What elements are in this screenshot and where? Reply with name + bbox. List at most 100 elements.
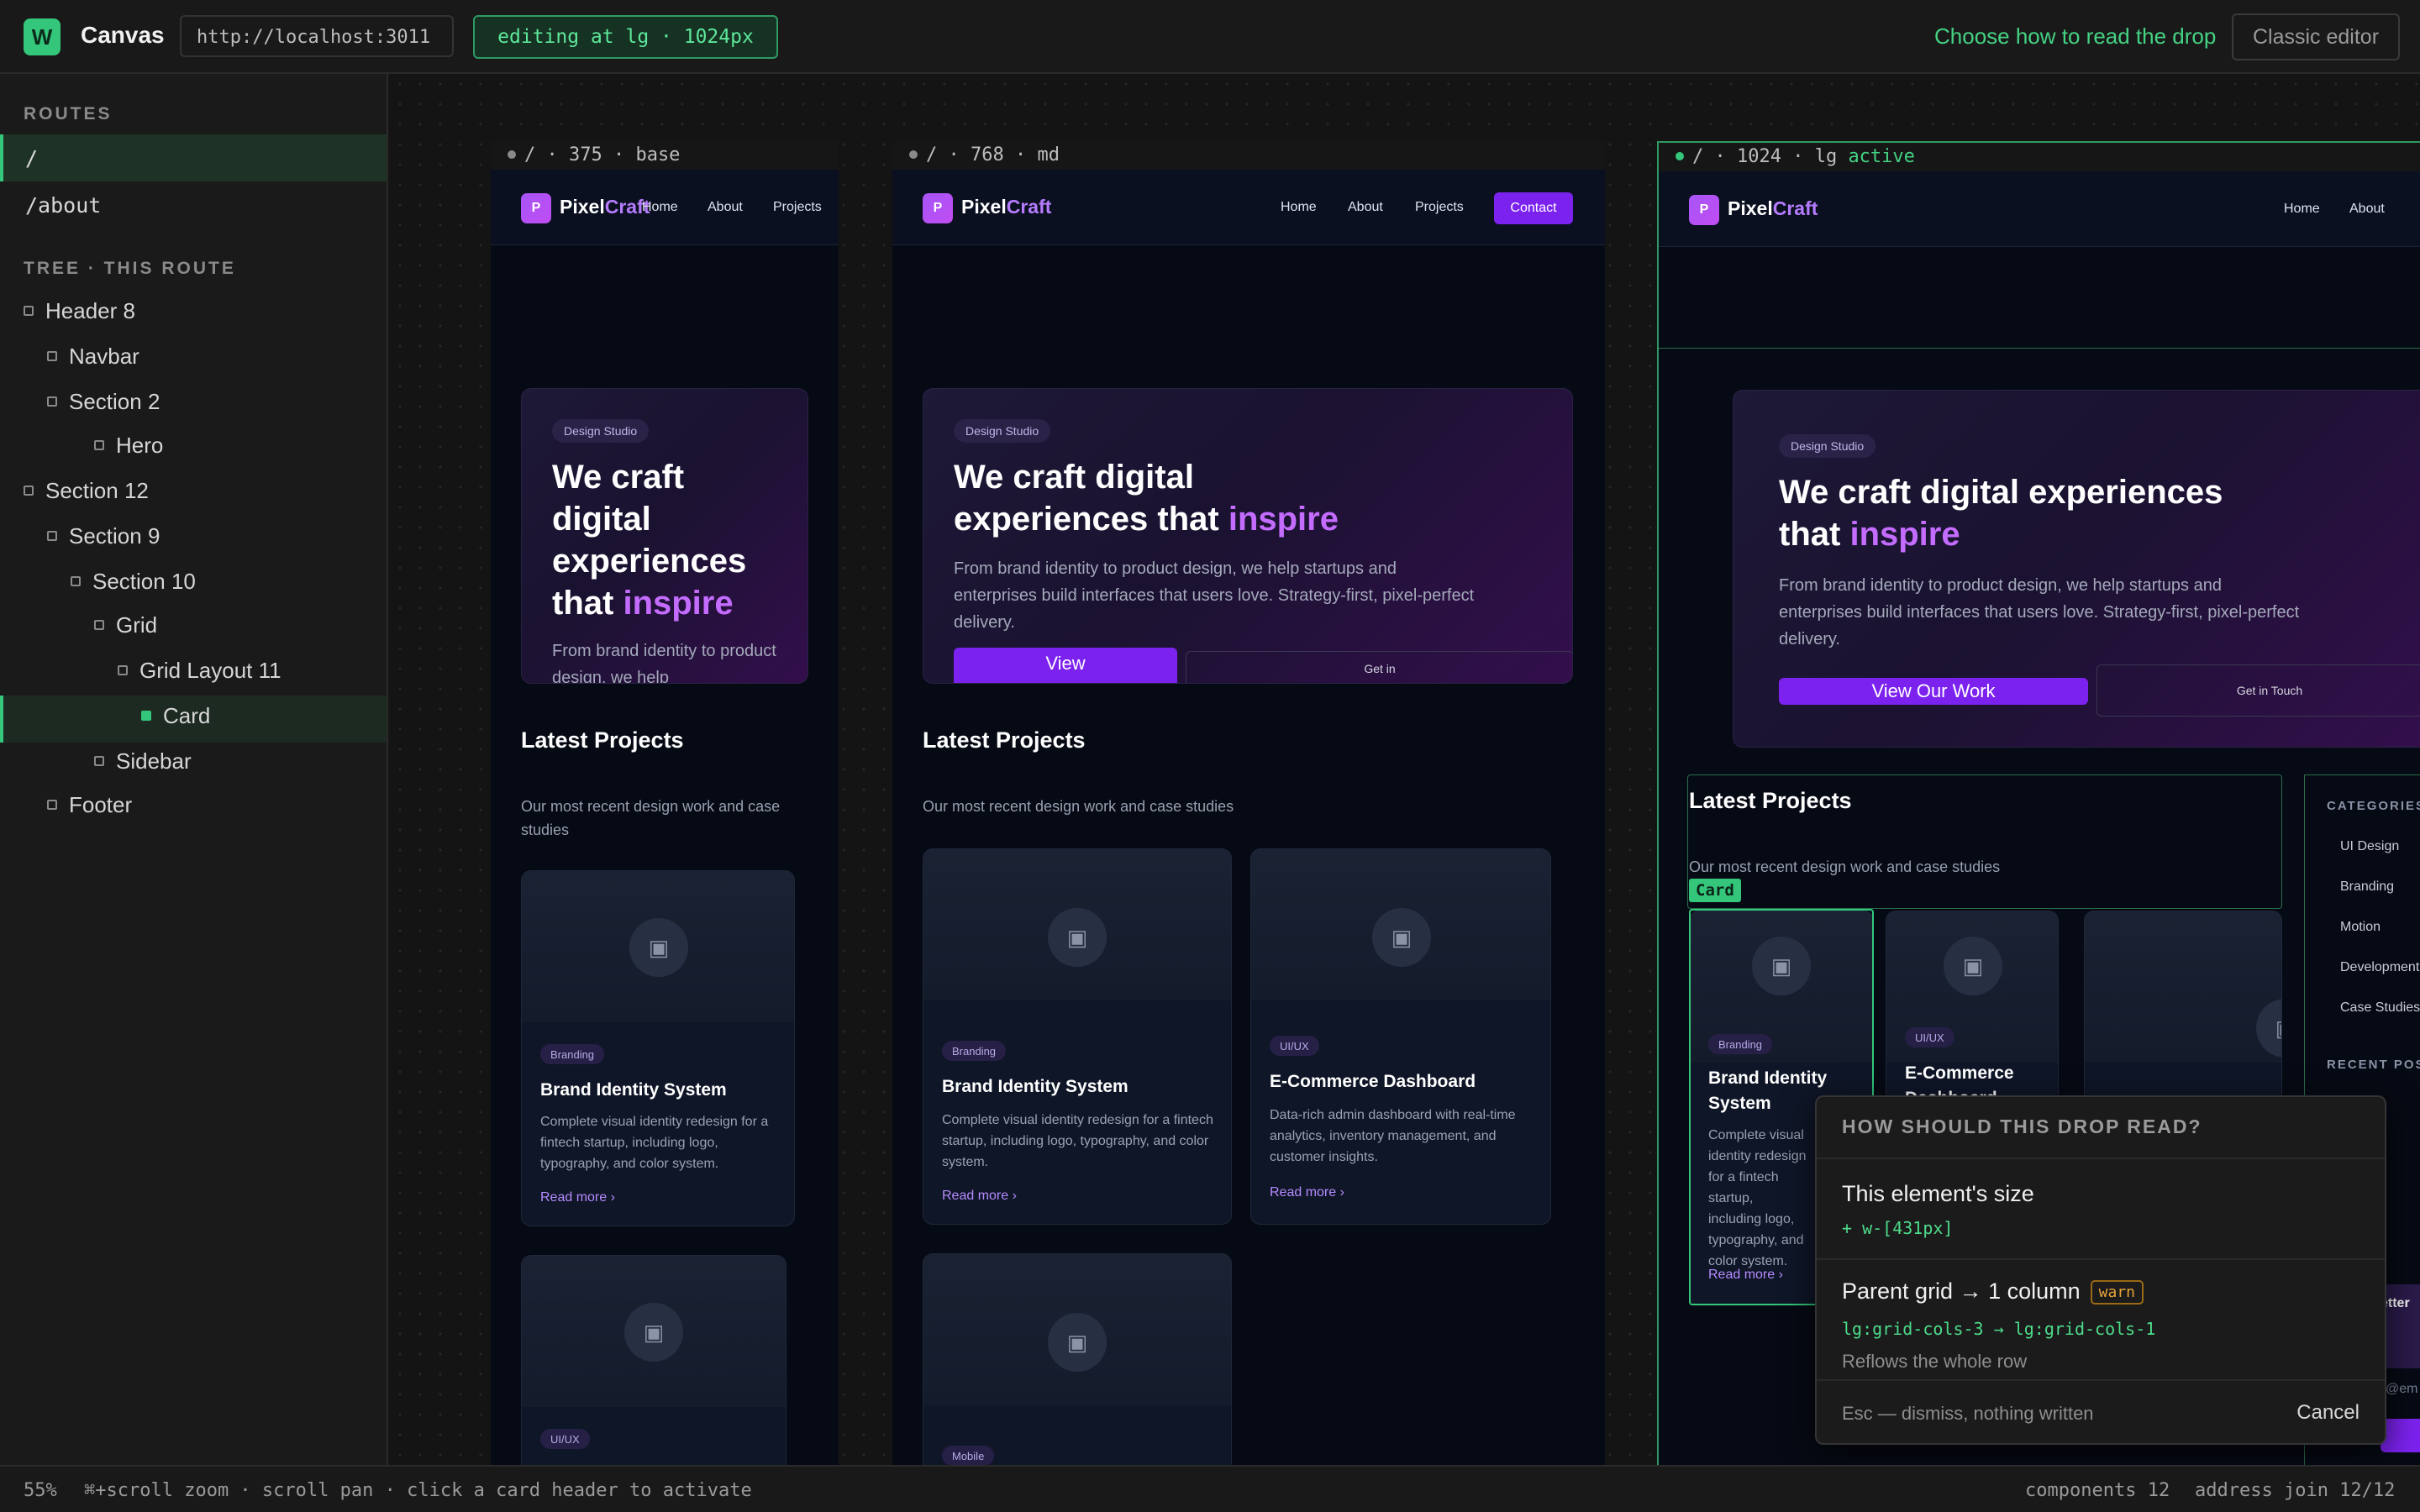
- breakpoint-badge: editing at lg · 1024px: [473, 15, 778, 59]
- brand-part: Pixel: [1728, 197, 1773, 219]
- option-element-size[interactable]: This element's size + w-[431px]: [1817, 1159, 2385, 1258]
- category-item[interactable]: Development: [2340, 960, 2419, 975]
- frame-md[interactable]: / · 768 · md P PixelCraft Home About Pro…: [892, 141, 1605, 1465]
- card-read-more[interactable]: Read more ›: [1270, 1185, 1344, 1200]
- category-item[interactable]: UI Design: [2340, 839, 2399, 854]
- email-field[interactable]: @em: [2386, 1382, 2417, 1397]
- card-image: ▣: [522, 871, 794, 1022]
- option-code: + w-[431px]: [1842, 1218, 1954, 1238]
- category-item[interactable]: Case Studies: [2340, 1000, 2420, 1016]
- tree-label: Header 8: [45, 298, 135, 323]
- card-read-more[interactable]: Read more ›: [540, 1190, 615, 1205]
- tree-item-section-12[interactable]: Section 12: [24, 474, 149, 507]
- project-card[interactable]: ▣ Branding Brand Identity System Complet…: [521, 870, 795, 1226]
- option-parent-grid[interactable]: Parent grid → 1 column warn lg:grid-cols-…: [1817, 1260, 2385, 1379]
- node-icon: [94, 756, 104, 767]
- route-item-about[interactable]: /about: [0, 181, 387, 228]
- card-description: Complete visual identity redesign for a …: [942, 1113, 1213, 1169]
- frame-header[interactable]: / · 1024 · lg active: [1659, 143, 2420, 171]
- hero: Design Studio We craft digital experienc…: [923, 388, 1573, 684]
- frame-base[interactable]: / · 375 · base P PixelCraft Home About P…: [491, 141, 839, 1465]
- tree-item-navbar[interactable]: Navbar: [47, 339, 139, 373]
- node-icon: [118, 665, 128, 676]
- frame-header[interactable]: / · 375 · base: [491, 141, 839, 170]
- nav-home[interactable]: Home: [2284, 202, 2320, 217]
- category-item[interactable]: Branding: [2340, 879, 2394, 895]
- card-read-more[interactable]: Read more ›: [942, 1189, 1017, 1204]
- nav-home[interactable]: Home: [1281, 200, 1317, 215]
- hero-pill: Design Studio: [954, 419, 1051, 443]
- nav-contact-button[interactable]: Contact: [1494, 192, 1573, 224]
- route-item-home[interactable]: /: [0, 134, 387, 181]
- view-work-button[interactable]: View: [954, 648, 1177, 683]
- get-in-touch-button[interactable]: Get in: [1186, 651, 1572, 683]
- choose-drop-link[interactable]: Choose how to read the drop: [1934, 24, 2216, 50]
- nav-projects[interactable]: Projects: [773, 200, 822, 215]
- cancel-button[interactable]: Cancel: [2296, 1401, 2360, 1425]
- tree-label: Section 12: [45, 478, 149, 503]
- url-field[interactable]: http://localhost:3011: [180, 15, 454, 57]
- nav-about[interactable]: About: [708, 200, 743, 215]
- tree-item-sidebar[interactable]: Sidebar: [94, 744, 192, 778]
- hero-heading: We craft digital experiences that inspir…: [1779, 471, 2249, 555]
- nav-about[interactable]: About: [2349, 202, 2385, 217]
- brand-logo-icon: P: [1689, 195, 1719, 225]
- brand-part: Pixel: [560, 196, 605, 218]
- project-card[interactable]: ▣ UI/UX: [521, 1255, 786, 1465]
- hero: Design Studio We craft digital experienc…: [1733, 390, 2420, 748]
- selection-tag[interactable]: Card: [1689, 879, 1741, 902]
- image-icon: ▣: [1372, 908, 1431, 967]
- tree-item-grid-layout[interactable]: Grid Layout 11: [118, 654, 281, 687]
- option-title: Parent grid → 1 column warn: [1842, 1278, 2144, 1306]
- hero-paragraph: From brand identity to product design, w…: [1779, 576, 2300, 648]
- dismiss-hint: Esc — dismiss, nothing written: [1842, 1403, 2094, 1424]
- classic-editor-button[interactable]: Classic editor: [2232, 13, 2400, 60]
- frame-header[interactable]: / · 768 · md: [892, 141, 1605, 170]
- status-bar: 55% ⌘+scroll zoom · scroll pan · click a…: [0, 1465, 2420, 1512]
- hero-highlight: inspire: [623, 585, 734, 622]
- tree-label: Grid Layout 11: [139, 658, 281, 683]
- project-card[interactable]: ▣ Branding Brand Identity System Complet…: [923, 848, 1232, 1225]
- tree-item-header[interactable]: Header 8: [24, 294, 135, 328]
- chevron-right-icon: ›: [610, 1190, 615, 1205]
- tree-label: Card: [163, 703, 211, 728]
- node-icon: [47, 351, 57, 362]
- brand-part: Craft: [1006, 196, 1052, 218]
- nav-about[interactable]: About: [1348, 200, 1383, 215]
- node-icon: [47, 531, 57, 542]
- frame-label: / · 1024 · lg: [1692, 146, 1838, 167]
- tree-item-footer[interactable]: Footer: [47, 788, 132, 822]
- node-icon: [71, 576, 81, 587]
- tree-label: Section 10: [92, 569, 196, 594]
- subscribe-button[interactable]: [2381, 1419, 2420, 1452]
- latest-subtitle: Our most recent design work and case stu…: [1689, 858, 2001, 875]
- nav-projects[interactable]: Projects: [1415, 200, 1464, 215]
- category-item[interactable]: Motion: [2340, 920, 2381, 935]
- card-image: ▣: [1251, 849, 1550, 1000]
- card-title: Brand Identity System: [942, 1077, 1128, 1096]
- node-icon: [47, 800, 57, 811]
- nav-home[interactable]: Home: [642, 200, 678, 215]
- card-tag: UI/UX: [540, 1429, 590, 1449]
- card-tag: UI/UX: [1270, 1036, 1319, 1056]
- view-work-button[interactable]: View Our Work: [1779, 678, 2088, 705]
- top-bar: W Canvas http://localhost:3011 editing a…: [0, 0, 2420, 74]
- tree-item-hero[interactable]: Hero: [94, 428, 163, 462]
- recent-posts-heading: RECENT POS: [2327, 1058, 2420, 1072]
- tree-item-section-10[interactable]: Section 10: [71, 564, 196, 598]
- image-icon: ▣: [2256, 999, 2281, 1058]
- warn-badge: warn: [2090, 1280, 2144, 1305]
- tree-item-card[interactable]: Card: [141, 699, 210, 732]
- site-navbar: P PixelCraft Home About Projects: [491, 170, 839, 245]
- project-card[interactable]: ▣ Mobile: [923, 1253, 1232, 1465]
- status-dot-icon: [508, 150, 516, 159]
- frame-label: / · 375 · base: [524, 144, 681, 165]
- get-in-touch-button[interactable]: Get in Touch: [2096, 664, 2420, 717]
- tree-heading: TREE · THIS ROUTE: [24, 259, 236, 278]
- site-preview: P PixelCraft Home About Projects Contact…: [892, 170, 1605, 1465]
- tree-item-section-2[interactable]: Section 2: [47, 385, 160, 418]
- tree-item-grid[interactable]: Grid: [94, 608, 157, 642]
- project-card[interactable]: ▣ UI/UX E-Commerce Dashboard Data-rich a…: [1250, 848, 1551, 1225]
- tree-item-section-9[interactable]: Section 9: [47, 519, 160, 553]
- app-title: Canvas: [81, 22, 165, 48]
